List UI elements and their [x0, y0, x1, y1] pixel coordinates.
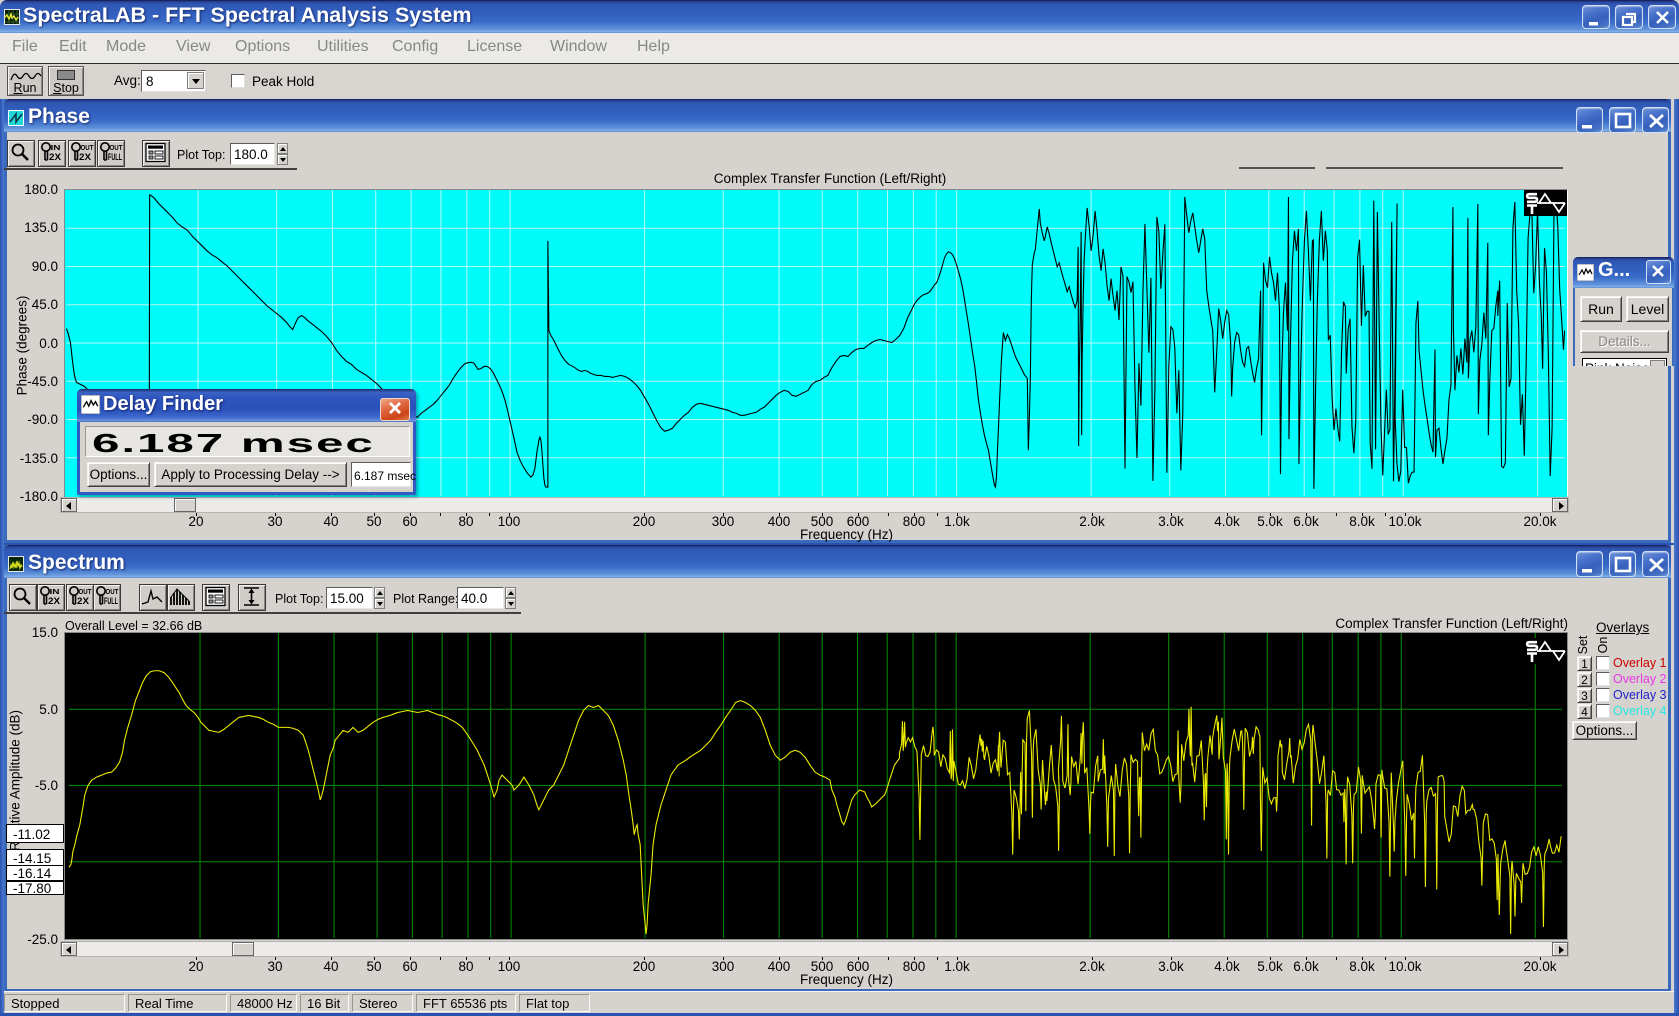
svg-text:FULL: FULL [108, 152, 122, 163]
svg-text:2X: 2X [49, 152, 62, 163]
svg-text:IN: IN [50, 589, 60, 596]
svg-text:OUT: OUT [81, 145, 95, 152]
svg-text:IN: IN [51, 145, 61, 152]
svg-text:2X: 2X [77, 596, 90, 607]
svg-text:2X: 2X [79, 152, 92, 163]
svg-text:OUT: OUT [79, 589, 93, 596]
svg-text:OUT: OUT [106, 589, 120, 596]
svg-text:FULL: FULL [104, 596, 118, 607]
svg-text:OUT: OUT [110, 145, 124, 152]
svg-text:2X: 2X [48, 596, 61, 607]
